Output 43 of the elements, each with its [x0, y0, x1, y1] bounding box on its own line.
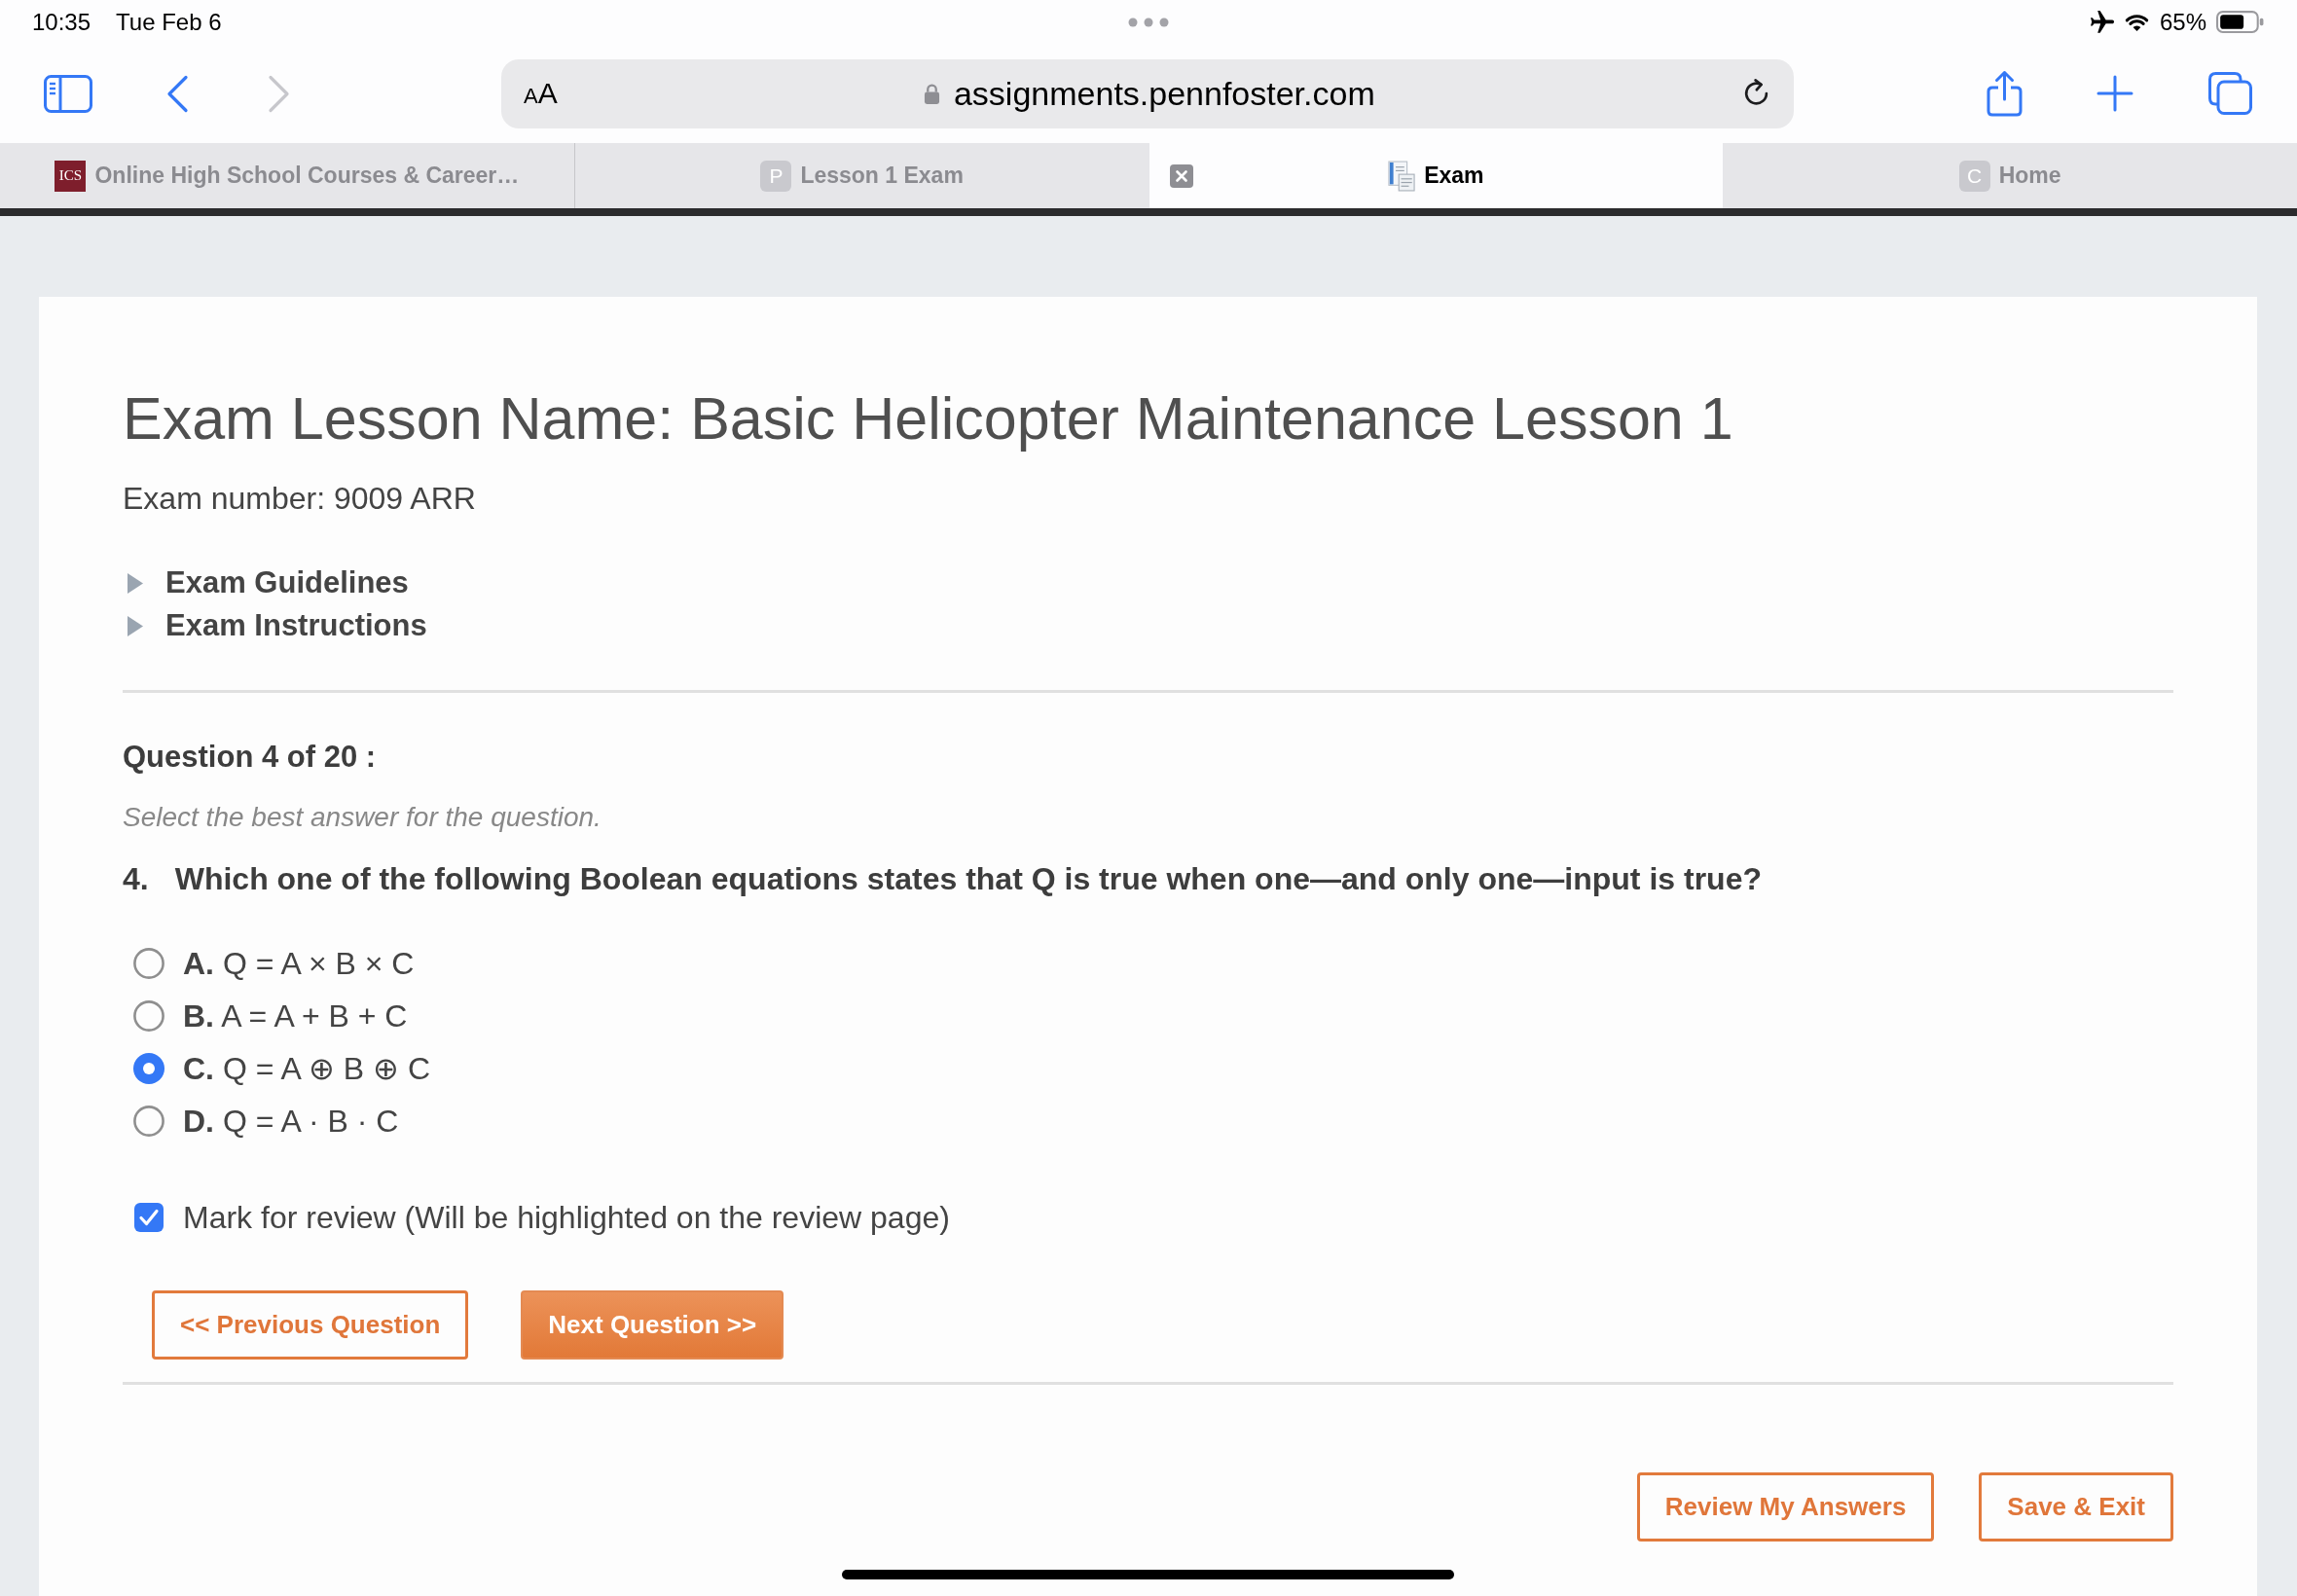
- back-chevron-icon[interactable]: [165, 74, 189, 113]
- browser-tab[interactable]: Exam: [1148, 143, 1724, 208]
- tabs-overview-icon[interactable]: [2208, 72, 2252, 115]
- address-bar[interactable]: AA assignments.pennfoster.com: [501, 58, 1794, 128]
- question-number: 4.: [123, 860, 149, 898]
- battery-icon: [2216, 11, 2265, 33]
- checkbox-label: Mark for review (Will be highlighted on the review page): [183, 1199, 950, 1236]
- tab-title: Home: [1998, 163, 2061, 189]
- lock-icon: [923, 82, 940, 105]
- radio-button[interactable]: [133, 1053, 164, 1084]
- exam-title: Exam Lesson Name: Basic Helicopter Maintenance Lesson 1: [123, 384, 1734, 453]
- tab-title: Exam: [1424, 163, 1484, 189]
- answer-option-label: D. Q = A · B · C: [183, 1103, 399, 1140]
- status-date: Tue Feb 6: [116, 8, 222, 36]
- answer-option-label: C. Q = A ⊕ B ⊕ C: [183, 1050, 431, 1087]
- radio-button[interactable]: [133, 948, 164, 979]
- wifi-icon: [2123, 12, 2150, 32]
- radio-button[interactable]: [133, 1106, 164, 1137]
- answer-option-label: A. Q = A × B × C: [183, 945, 415, 982]
- airplane-icon: [2090, 10, 2114, 34]
- close-icon[interactable]: [1169, 163, 1193, 188]
- ellipsis-icon[interactable]: [1128, 17, 1169, 27]
- share-icon[interactable]: [1986, 70, 2024, 117]
- exam-number: Exam number: 9009 ARR: [123, 480, 477, 518]
- tab-title: Lesson 1 Exam: [800, 163, 964, 189]
- question-instruction: Select the best answer for the question.: [123, 801, 602, 834]
- document-icon: [1388, 160, 1416, 192]
- answer-option-label: B. A = A + B + C: [183, 998, 408, 1034]
- tab-favicon: ICS: [55, 160, 87, 192]
- battery-percent: 65%: [2159, 8, 2206, 36]
- browser-tab[interactable]: ICS Online High School Courses & Career…: [0, 143, 574, 208]
- question-heading: Question 4 of 20 :: [123, 739, 378, 776]
- url-text: assignments.pennfoster.com: [953, 74, 1375, 113]
- text-size-button[interactable]: AA: [524, 77, 558, 110]
- question-text: Which one of the following Boolean equations states that Q is true when one—and only one—input is true?: [174, 860, 1762, 898]
- tab-title: Online High School Courses & Career…: [94, 163, 520, 189]
- radio-button[interactable]: [133, 1000, 164, 1032]
- checkbox[interactable]: [134, 1203, 164, 1232]
- section-toggle[interactable]: Exam Instructions: [128, 604, 427, 647]
- sidebar-icon[interactable]: [44, 74, 92, 113]
- plus-icon[interactable]: [2096, 75, 2133, 112]
- status-time: 10:35: [32, 8, 91, 36]
- section-toggle[interactable]: Exam Guidelines: [128, 562, 409, 604]
